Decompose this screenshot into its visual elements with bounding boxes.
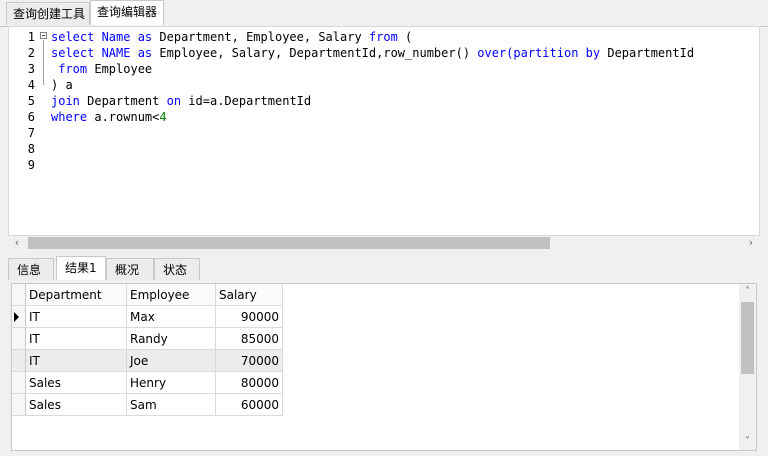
- sql-text: Employee: [94, 62, 153, 76]
- scroll-left-icon[interactable]: ‹: [10, 236, 24, 250]
- sql-keyword: from: [51, 62, 95, 76]
- sql-text: Department: [87, 94, 167, 108]
- sql-keyword: NAME: [101, 46, 138, 60]
- sql-text: DepartmentId: [607, 46, 695, 60]
- sql-text: id=a.DepartmentId: [188, 94, 312, 108]
- tab-query-editor[interactable]: 查询编辑器: [90, 0, 164, 25]
- table-row[interactable]: IT Joe 70000: [12, 349, 283, 372]
- table-row[interactable]: Sales Sam 60000: [12, 393, 283, 416]
- sql-keyword: partition: [513, 46, 586, 60]
- scroll-down-icon[interactable]: ˅: [739, 434, 756, 450]
- sql-text: Department, Employee, Salary: [159, 30, 369, 44]
- scroll-thumb[interactable]: [28, 237, 550, 249]
- table-row[interactable]: IT Max 90000: [12, 305, 283, 328]
- sql-keyword: over(: [477, 46, 514, 60]
- line-number: 7: [27, 126, 35, 140]
- scroll-up-icon[interactable]: ˄: [739, 284, 756, 300]
- sql-keyword: by: [585, 46, 608, 60]
- code-area[interactable]: select Name as Department, Employee, Sal…: [51, 29, 694, 173]
- code-line: join Department on id=a.DepartmentId: [51, 93, 694, 109]
- line-number: 3: [27, 62, 35, 76]
- sql-keyword: Name: [101, 30, 138, 44]
- grid-vertical-scrollbar[interactable]: ˄ ˅: [739, 284, 756, 450]
- column-header-employee[interactable]: Employee: [126, 284, 216, 306]
- sql-text: ) a: [51, 78, 73, 92]
- tab-profile[interactable]: 概况: [106, 258, 154, 280]
- sql-editor[interactable]: 1 2 3 4 5 6 7 8 9 select Name as Department, Emp…: [8, 26, 760, 236]
- code-line: from Employee: [51, 61, 694, 77]
- row-indicator[interactable]: [12, 327, 26, 350]
- scroll-thumb[interactable]: [741, 302, 754, 374]
- sql-text: (: [405, 30, 413, 44]
- cell-department[interactable]: IT: [25, 305, 127, 328]
- cell-employee[interactable]: Max: [126, 305, 216, 328]
- code-line: select NAME as Employee, Salary, Departm…: [51, 45, 694, 61]
- cell-employee[interactable]: Joe: [126, 349, 216, 372]
- fold-guide-line: [43, 40, 44, 85]
- tab-query-builder[interactable]: 查询创建工具: [6, 2, 90, 25]
- sql-keyword: as: [137, 46, 160, 60]
- fold-collapse-icon[interactable]: [40, 32, 47, 39]
- row-indicator[interactable]: [12, 371, 26, 394]
- result-grid[interactable]: Department Employee Salary IT Max 90000 IT R…: [11, 283, 757, 451]
- line-number: 2: [27, 46, 35, 60]
- header-row: Department Employee Salary: [12, 284, 283, 306]
- row-indicator-header: [12, 284, 26, 306]
- sql-keyword: select: [51, 30, 102, 44]
- sql-number: 4: [159, 110, 167, 124]
- line-number: 8: [27, 142, 35, 156]
- row-indicator[interactable]: [12, 305, 26, 328]
- cell-salary[interactable]: 90000: [215, 305, 283, 328]
- code-line: where a.rownum<4: [51, 109, 694, 125]
- cell-salary[interactable]: 60000: [215, 393, 283, 416]
- tab-result1[interactable]: 结果1: [56, 256, 106, 280]
- line-number: 1: [27, 30, 35, 44]
- cell-salary[interactable]: 85000: [215, 327, 283, 350]
- sql-text: a.rownum<: [94, 110, 160, 124]
- tab-status[interactable]: 状态: [154, 258, 200, 280]
- cell-salary[interactable]: 70000: [215, 349, 283, 372]
- tab-info[interactable]: 信息: [8, 258, 54, 280]
- line-number: 4: [27, 78, 35, 92]
- column-header-department[interactable]: Department: [25, 284, 127, 306]
- sql-keyword: as: [137, 30, 160, 44]
- cell-employee[interactable]: Henry: [126, 371, 216, 394]
- top-tab-bar: 查询创建工具 查询编辑器: [0, 0, 768, 27]
- cell-department[interactable]: Sales: [25, 371, 127, 394]
- sql-keyword: select: [51, 46, 102, 60]
- result-table: Department Employee Salary IT Max 90000 IT R…: [12, 284, 283, 416]
- line-number: 5: [27, 94, 35, 108]
- sql-keyword: from: [368, 30, 406, 44]
- row-indicator[interactable]: [12, 393, 26, 416]
- cell-department[interactable]: Sales: [25, 393, 127, 416]
- sql-keyword: join: [51, 94, 88, 108]
- sql-text: Employee, Salary, DepartmentId,row_numbe…: [159, 46, 478, 60]
- code-line: ) a: [51, 77, 694, 93]
- sql-keyword: where: [51, 110, 95, 124]
- column-header-salary[interactable]: Salary: [215, 284, 283, 306]
- line-number-gutter: 1 2 3 4 5 6 7 8 9: [9, 27, 39, 235]
- editor-horizontal-scrollbar[interactable]: ‹ ›: [8, 236, 760, 250]
- code-line: select Name as Department, Employee, Sal…: [51, 29, 694, 45]
- current-row-arrow-icon: [14, 312, 19, 322]
- line-number: 9: [27, 158, 35, 172]
- row-indicator[interactable]: [12, 349, 26, 372]
- table-row[interactable]: Sales Henry 80000: [12, 371, 283, 394]
- line-number: 6: [27, 110, 35, 124]
- cell-department[interactable]: IT: [25, 327, 127, 350]
- cell-employee[interactable]: Randy: [126, 327, 216, 350]
- result-tab-bar: 信息 结果1 概况 状态: [8, 256, 760, 280]
- cell-employee[interactable]: Sam: [126, 393, 216, 416]
- scroll-right-icon[interactable]: ›: [744, 236, 758, 250]
- cell-department[interactable]: IT: [25, 349, 127, 372]
- table-row[interactable]: IT Randy 85000: [12, 327, 283, 350]
- cell-salary[interactable]: 80000: [215, 371, 283, 394]
- sql-keyword: on: [166, 94, 189, 108]
